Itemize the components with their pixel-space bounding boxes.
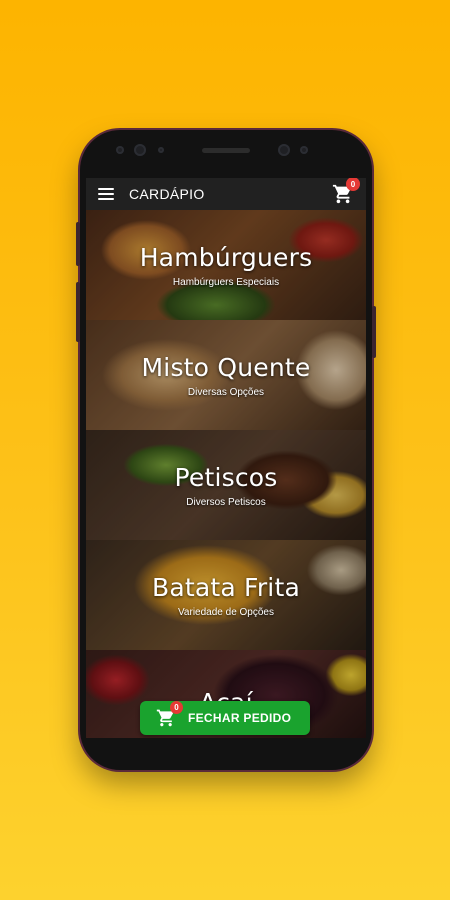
- page-title: CARDÁPIO: [129, 186, 205, 202]
- category-name: Misto Quente: [141, 352, 311, 382]
- close-order-label: FECHAR PEDIDO: [188, 711, 292, 725]
- earpiece-speaker: [202, 148, 250, 153]
- category-card-misto-quente[interactable]: Misto Quente Diversas Opções: [86, 320, 366, 430]
- category-card-batata-frita[interactable]: Batata Frita Variedade de Opções: [86, 540, 366, 650]
- category-card-hamburguers[interactable]: Hambúrguers Hambúrguers Especiais: [86, 210, 366, 320]
- category-subtitle: Diversas Opções: [187, 386, 265, 398]
- category-subtitle: Hambúrguers Especiais: [172, 276, 280, 288]
- app-bar: CARDÁPIO 0: [86, 178, 366, 210]
- app-screen: CARDÁPIO 0 Hambúrguers Hambúrguers Espec…: [86, 178, 366, 738]
- power-button: [372, 306, 376, 358]
- sensor-icon: [158, 147, 164, 153]
- front-camera-icon: [134, 144, 146, 156]
- order-cart: 0: [156, 701, 183, 728]
- category-name: Petiscos: [174, 462, 278, 492]
- menu-icon[interactable]: [98, 188, 114, 200]
- sensor-icon: [300, 146, 308, 154]
- cart-count-badge: 0: [346, 178, 360, 191]
- phone-top-bezel: [80, 130, 372, 178]
- iris-scanner-icon: [278, 144, 290, 156]
- sensor-icon: [116, 146, 124, 154]
- category-card-petiscos[interactable]: Petiscos Diversos Petiscos: [86, 430, 366, 540]
- category-list: Hambúrguers Hambúrguers Especiais Misto …: [86, 210, 366, 738]
- phone-frame: CARDÁPIO 0 Hambúrguers Hambúrguers Espec…: [76, 130, 376, 770]
- cart-button[interactable]: 0: [332, 178, 360, 205]
- category-subtitle: Diversos Petiscos: [186, 496, 266, 508]
- order-count-badge: 0: [170, 701, 183, 714]
- category-name: Batata Frita: [152, 572, 300, 602]
- category-subtitle: Variedade de Opções: [178, 606, 274, 618]
- close-order-button[interactable]: 0 FECHAR PEDIDO: [140, 701, 310, 735]
- volume-down-button: [76, 282, 80, 342]
- category-name: Hambúrguers: [139, 242, 313, 272]
- volume-up-button: [76, 222, 80, 266]
